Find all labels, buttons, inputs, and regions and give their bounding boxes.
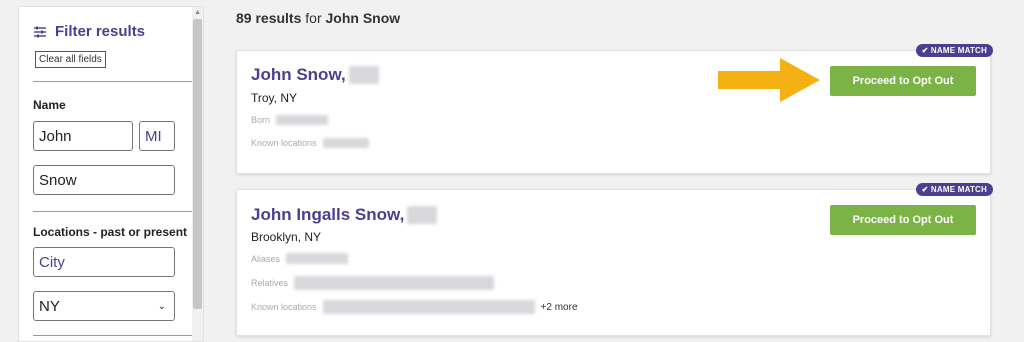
born-label: Born (251, 115, 271, 125)
name-match-badge: ✔ NAME MATCH (915, 44, 993, 57)
redacted-value (276, 115, 329, 125)
aliases-label: Aliases (251, 253, 281, 264)
chevron-down-icon: ⌄ (157, 301, 166, 312)
result-aliases-row: Aliases (251, 253, 349, 264)
first-name-input[interactable]: John (33, 121, 133, 151)
redacted-value (294, 276, 495, 290)
name-match-badge: ✔ NAME MATCH (915, 183, 993, 196)
divider (33, 335, 193, 336)
result-locations-row: Known locations +2 more (251, 300, 578, 314)
last-name-input[interactable]: Snow (33, 165, 175, 195)
filter-header: Filter results (33, 23, 145, 40)
middle-initial-input[interactable]: MI (139, 121, 175, 151)
name-label: Name (33, 98, 66, 112)
badge-label: NAME MATCH (930, 185, 987, 194)
result-name-link[interactable]: John Snow, (251, 65, 379, 85)
divider (33, 211, 193, 212)
scroll-up-icon[interactable]: ▲ (194, 9, 201, 16)
opt-out-button[interactable]: Proceed to Opt Out (830, 205, 976, 235)
result-location: Troy, NY (251, 91, 298, 105)
results-count: 89 results (236, 10, 302, 26)
locations-label: Locations - past or present (33, 225, 188, 239)
redacted-age (348, 66, 379, 84)
sidebar-scrollbar[interactable]: ▲ (192, 7, 203, 341)
redacted-value (322, 300, 535, 314)
result-relatives-row: Relatives (251, 276, 495, 290)
state-select-value: NY (39, 297, 60, 315)
opt-out-button[interactable]: Proceed to Opt Out (830, 66, 976, 96)
check-icon: ✔ (921, 46, 929, 55)
redacted-value (286, 253, 349, 264)
result-name-link[interactable]: John Ingalls Snow, (251, 205, 438, 225)
scrollbar-thumb[interactable] (193, 19, 202, 309)
known-locations-label: Known locations (251, 138, 317, 148)
clear-all-button[interactable]: Clear all fields (35, 51, 106, 68)
more-locations-link[interactable]: +2 more (541, 302, 578, 313)
results-summary: 89 results for John Snow (236, 10, 400, 26)
result-card: ✔ NAME MATCH John Snow, Troy, NY Born Kn… (236, 44, 993, 174)
known-locations-label: Known locations (251, 302, 317, 312)
results-for-text: for (305, 10, 322, 26)
redacted-value (322, 138, 369, 148)
result-born-row: Born (251, 115, 329, 125)
result-name: John Snow, (251, 65, 346, 84)
filter-title: Filter results (55, 23, 146, 40)
divider (33, 81, 193, 82)
result-card: ✔ NAME MATCH John Ingalls Snow, Brooklyn… (236, 183, 993, 336)
result-locations-row: Known locations (251, 138, 369, 148)
state-select[interactable]: NY ⌄ (33, 291, 175, 321)
badge-label: NAME MATCH (930, 46, 987, 55)
check-icon: ✔ (921, 185, 929, 194)
filter-sidebar: Filter results Clear all fields Name Joh… (18, 6, 204, 342)
relatives-label: Relatives (251, 278, 289, 288)
arrow-right-icon (718, 58, 820, 102)
sliders-icon (34, 26, 46, 37)
city-input[interactable]: City (33, 247, 175, 277)
results-query: John Snow (325, 10, 401, 26)
result-name: John Ingalls Snow, (251, 205, 405, 224)
redacted-age (407, 206, 438, 224)
result-location: Brooklyn, NY (251, 230, 322, 244)
